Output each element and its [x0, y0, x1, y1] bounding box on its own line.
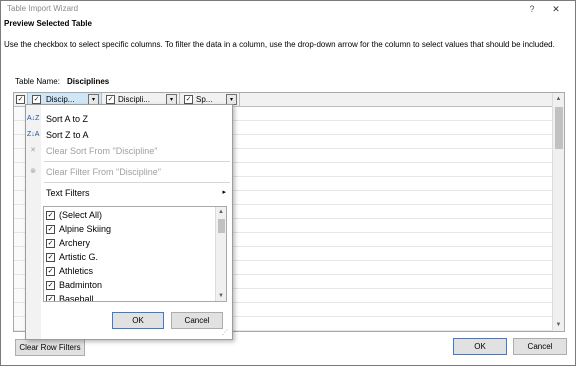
menu-separator	[44, 161, 230, 162]
menu-item-label: Text Filters	[46, 188, 90, 198]
clear-sort-icon: ✕	[30, 147, 36, 154]
clear-filter-item: ⊗ Clear Filter From "Discipline"	[26, 164, 232, 180]
list-scrollbar[interactable]: ▲ ▼	[215, 207, 226, 301]
column-checkbox[interactable]: ✓	[184, 95, 193, 104]
list-item-checkbox[interactable]: ✓	[46, 281, 55, 290]
table-name-label: Table Name:	[15, 77, 60, 86]
list-scrollbar-thumb[interactable]	[218, 219, 225, 233]
title-bar: Table Import Wizard ? ✕	[2, 2, 576, 16]
filter-ok-button[interactable]: OK	[112, 312, 164, 329]
page-heading: Preview Selected Table	[4, 19, 92, 28]
column-label: Discip...	[46, 95, 75, 104]
scroll-up-arrow-icon[interactable]: ▲	[553, 93, 564, 105]
filter-values-list: ✓ (Select All) ✓ Alpine Skiing ✓ Archery…	[43, 206, 227, 302]
list-item-checkbox[interactable]: ✓	[46, 211, 55, 220]
list-item-label: (Select All)	[59, 210, 103, 220]
list-item-checkbox[interactable]: ✓	[46, 239, 55, 248]
column-label: Discipli...	[118, 95, 151, 104]
column-checkbox[interactable]: ✓	[106, 95, 115, 104]
list-item[interactable]: ✓ Badminton	[44, 278, 214, 292]
list-item-checkbox[interactable]: ✓	[46, 253, 55, 262]
list-scroll-down-icon[interactable]: ▼	[216, 291, 226, 301]
list-item[interactable]: ✓ (Select All)	[44, 208, 214, 222]
text-filters-item[interactable]: Text Filters ▸	[26, 185, 232, 201]
table-name-value: Disciplines	[67, 77, 110, 86]
list-scroll-up-icon[interactable]: ▲	[216, 207, 226, 217]
clear-filter-icon: ⊗	[30, 168, 36, 175]
list-item[interactable]: ✓ Athletics	[44, 264, 214, 278]
sort-a-to-z-item[interactable]: A↓Z Sort A to Z	[26, 111, 232, 127]
close-button[interactable]: ✕	[550, 4, 562, 14]
scroll-down-arrow-icon[interactable]: ▼	[553, 319, 564, 331]
menu-item-label: Clear Filter From "Discipline"	[46, 167, 161, 177]
list-item-label: Artistic G.	[59, 252, 99, 262]
column-checkbox[interactable]: ✓	[32, 95, 41, 104]
list-item[interactable]: ✓ Archery	[44, 236, 214, 250]
sort-ascending-icon: A↓Z	[27, 115, 40, 122]
menu-separator	[44, 182, 230, 183]
instructions-text: Use the checkbox to select specific colu…	[4, 40, 555, 49]
select-all-columns-checkbox[interactable]: ✓	[16, 95, 25, 104]
menu-item-label: Sort A to Z	[46, 114, 89, 124]
list-item[interactable]: ✓ Baseball	[44, 292, 214, 302]
submenu-arrow-icon: ▸	[222, 189, 226, 196]
ok-button[interactable]: OK	[453, 338, 507, 355]
table-import-wizard-window: Table Import Wizard ? ✕ Preview Selected…	[0, 0, 576, 366]
list-item[interactable]: ✓ Alpine Skiing	[44, 222, 214, 236]
list-item-label: Archery	[59, 238, 91, 248]
scrollbar-thumb[interactable]	[555, 107, 563, 149]
clear-row-filters-button[interactable]: Clear Row Filters	[15, 339, 85, 356]
column-filter-popup: A↓Z Sort A to Z Z↓A Sort Z to A ✕ Clear …	[25, 104, 233, 340]
resize-grip-icon[interactable]: ⋰	[222, 329, 230, 337]
sort-descending-icon: Z↓A	[27, 131, 40, 138]
list-item-checkbox[interactable]: ✓	[46, 295, 55, 301]
list-item-label: Athletics	[59, 266, 94, 276]
menu-item-label: Clear Sort From "Discipline"	[46, 146, 158, 156]
list-item-checkbox[interactable]: ✓	[46, 225, 55, 234]
filter-cancel-button[interactable]: Cancel	[171, 312, 223, 329]
help-button[interactable]: ?	[526, 4, 538, 14]
window-title: Table Import Wizard	[7, 4, 79, 13]
cancel-button[interactable]: Cancel	[513, 338, 567, 355]
list-item[interactable]: ✓ Artistic G.	[44, 250, 214, 264]
list-item-checkbox[interactable]: ✓	[46, 267, 55, 276]
column-label: Sp...	[196, 95, 213, 104]
clear-sort-item: ✕ Clear Sort From "Discipline"	[26, 143, 232, 159]
list-item-label: Alpine Skiing	[59, 224, 112, 234]
list-item-label: Badminton	[59, 280, 103, 290]
menu-item-label: Sort Z to A	[46, 130, 89, 140]
sort-z-to-a-item[interactable]: Z↓A Sort Z to A	[26, 127, 232, 143]
list-item-label: Baseball	[59, 294, 94, 302]
grid-vertical-scrollbar[interactable]: ▲ ▼	[552, 93, 564, 331]
